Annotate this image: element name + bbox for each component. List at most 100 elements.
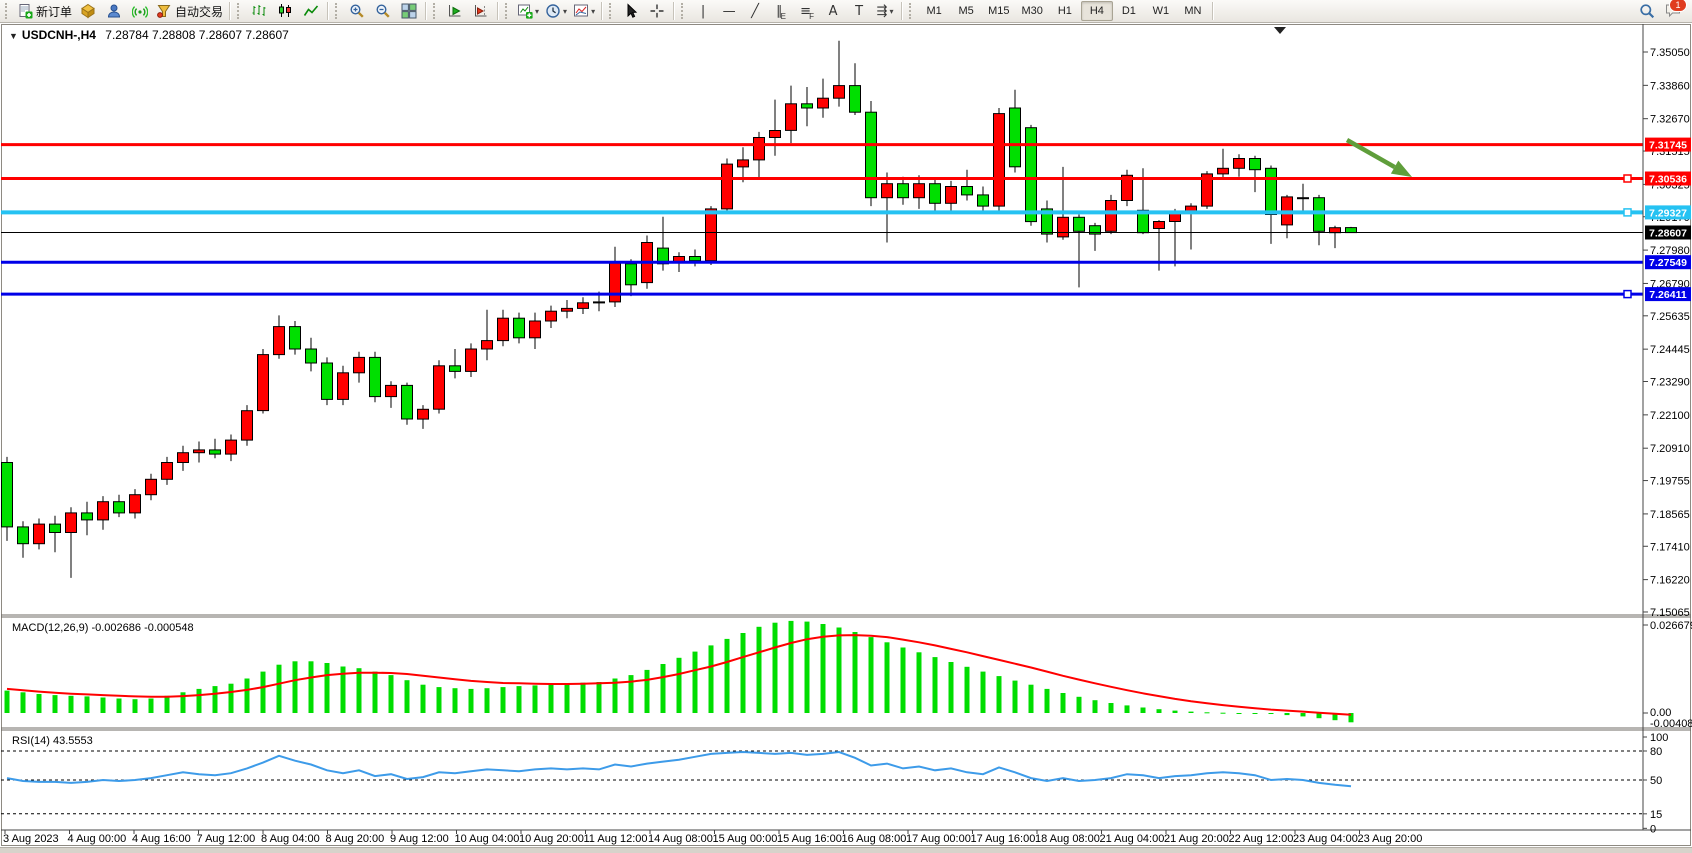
tile-windows-button[interactable] xyxy=(396,0,422,22)
new-chart-button-dropdown-icon[interactable]: ▾ xyxy=(535,7,539,16)
tf-m5-button[interactable]: M5 xyxy=(950,1,982,21)
candle xyxy=(1074,217,1085,231)
candle xyxy=(1010,108,1021,167)
community-button[interactable] xyxy=(101,0,127,22)
tf-h1-button[interactable]: H1 xyxy=(1049,1,1081,21)
toolbar-grip xyxy=(5,3,11,19)
cursor-button[interactable] xyxy=(618,0,644,22)
period-selector-button-dropdown-icon[interactable]: ▾ xyxy=(563,7,567,16)
line-chart-button[interactable] xyxy=(298,0,324,22)
date-tick-label: 15 Aug 00:00 xyxy=(713,833,778,845)
hline-marker[interactable] xyxy=(1624,209,1631,216)
macd-tick-label: -0.004084 xyxy=(1650,718,1692,730)
vertical-line-button[interactable]: | xyxy=(690,0,716,22)
new-chart-button[interactable]: ▾ xyxy=(514,0,542,22)
macd-histogram-bar xyxy=(197,689,202,713)
equidistant-channel-button[interactable]: ∥E xyxy=(768,0,794,22)
fibonacci-button[interactable]: ≡F xyxy=(794,0,820,22)
new-chart-icon xyxy=(517,3,533,19)
macd-histogram-bar xyxy=(965,667,970,713)
toolbar-grip xyxy=(609,3,615,19)
macd-histogram-bar xyxy=(421,685,426,713)
new-order-button-label: 新订单 xyxy=(36,3,72,20)
chat-button[interactable]: 1 xyxy=(1660,0,1686,22)
arrows-button-dropdown-icon[interactable]: ▾ xyxy=(890,7,894,16)
tf-h4-button[interactable]: H4 xyxy=(1081,1,1113,21)
chart-shift-button[interactable] xyxy=(468,0,494,22)
chart-canvas[interactable]: 7.350507.338607.326707.315157.303257.291… xyxy=(0,23,1692,853)
candle xyxy=(178,453,189,463)
zoom-out-icon xyxy=(375,3,391,19)
toolbar-separator xyxy=(901,2,903,20)
zoom-out-button[interactable] xyxy=(370,0,396,22)
price-tag-label: 7.29327 xyxy=(1649,207,1687,219)
macd-histogram-bar xyxy=(293,661,298,713)
candle xyxy=(1314,198,1325,232)
tf-m30-button[interactable]: M30 xyxy=(1015,1,1048,21)
macd-histogram-bar xyxy=(677,658,682,713)
search-button[interactable] xyxy=(1634,0,1660,22)
bar-chart-button[interactable] xyxy=(246,0,272,22)
macd-histogram-bar xyxy=(69,696,74,713)
macd-histogram-bar xyxy=(853,632,858,713)
text-button[interactable]: A xyxy=(820,0,846,22)
period-selector-button[interactable]: ▾ xyxy=(542,0,570,22)
crosshair-button[interactable] xyxy=(644,0,670,22)
macd-histogram-bar xyxy=(501,687,506,713)
trendline-button[interactable]: ╱ xyxy=(742,0,768,22)
hline-marker[interactable] xyxy=(1624,175,1631,182)
template-button-dropdown-icon[interactable]: ▾ xyxy=(591,7,595,16)
candle xyxy=(450,366,461,372)
macd-histogram-bar xyxy=(53,695,58,713)
toolbar-grip xyxy=(909,3,915,19)
tf-d1-button[interactable]: D1 xyxy=(1113,1,1145,21)
candle xyxy=(98,502,109,520)
signals-button[interactable] xyxy=(127,0,153,22)
macd-histogram-bar xyxy=(1301,713,1306,716)
horizontal-line-button[interactable]: — xyxy=(716,0,742,22)
price-tick-label: 7.32670 xyxy=(1650,114,1690,126)
candle xyxy=(258,355,269,411)
date-axis[interactable]: 3 Aug 20234 Aug 00:004 Aug 16:007 Aug 12… xyxy=(3,830,1422,845)
tf-mn-button[interactable]: MN xyxy=(1177,1,1209,21)
price-tag-label: 7.31745 xyxy=(1649,140,1687,152)
date-tick-label: 21 Aug 20:00 xyxy=(1164,833,1229,845)
candle xyxy=(114,502,125,513)
tf-w1-button[interactable]: W1 xyxy=(1145,1,1177,21)
candle xyxy=(242,411,253,440)
candle xyxy=(786,104,797,131)
auto-trading-button[interactable]: 自动交易 xyxy=(153,0,226,22)
price-tag-label: 7.30536 xyxy=(1649,173,1687,185)
chart-ohlc-values: 7.28784 7.28808 7.28607 7.28607 xyxy=(105,28,289,42)
macd-histogram-bar xyxy=(949,662,954,713)
candle xyxy=(322,363,333,399)
styles-button[interactable] xyxy=(75,0,101,22)
chart-symbol-period: USDCNH-,H4 xyxy=(22,28,96,42)
date-tick-label: 8 Aug 20:00 xyxy=(326,833,385,845)
candlestick-button[interactable] xyxy=(272,0,298,22)
tf-m1-button[interactable]: M1 xyxy=(918,1,950,21)
horizontal-scrollbar[interactable] xyxy=(0,847,1692,853)
candle xyxy=(1234,159,1245,169)
macd-histogram-bar xyxy=(1269,713,1274,714)
auto-scroll-button[interactable] xyxy=(442,0,468,22)
macd-histogram-bar xyxy=(1189,712,1194,713)
new-order-button[interactable]: 新订单 xyxy=(14,0,75,22)
macd-histogram-bar xyxy=(277,665,282,713)
arrows-button[interactable]: ⇶▾ xyxy=(872,0,898,22)
clock-icon xyxy=(545,3,561,19)
template-button[interactable]: ▾ xyxy=(570,0,598,22)
zoom-in-button[interactable] xyxy=(344,0,370,22)
macd-histogram-bar xyxy=(869,637,874,713)
tf-m15-button[interactable]: M15 xyxy=(982,1,1015,21)
hline-marker[interactable] xyxy=(1624,291,1631,298)
date-tick-label: 8 Aug 04:00 xyxy=(261,833,320,845)
date-tick-label: 22 Aug 12:00 xyxy=(1229,833,1294,845)
candle xyxy=(274,327,285,355)
candle xyxy=(706,209,717,261)
macd-histogram-bar xyxy=(373,672,378,713)
text-label-button[interactable]: T xyxy=(846,0,872,22)
text-label-button-glyph: T xyxy=(855,5,863,18)
macd-histogram-bar xyxy=(837,628,842,714)
collapse-triangle-icon[interactable]: ▼ xyxy=(9,31,18,41)
